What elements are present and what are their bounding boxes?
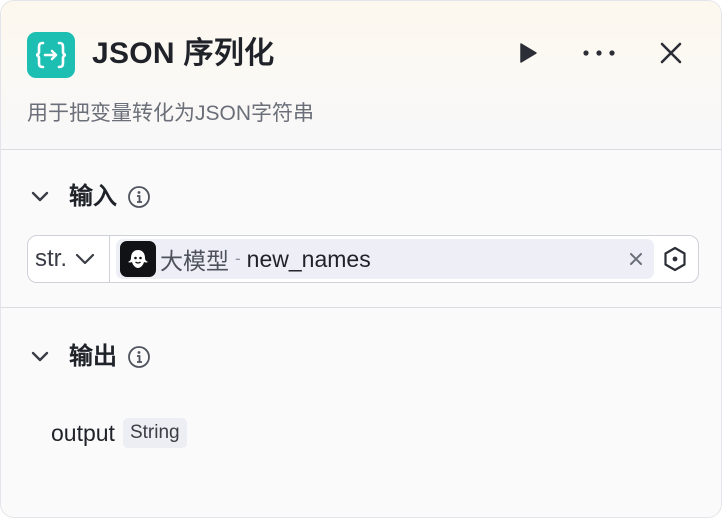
type-select-value: str. bbox=[35, 245, 68, 272]
more-button[interactable] bbox=[579, 31, 619, 75]
type-select[interactable]: str. bbox=[28, 236, 110, 282]
variable-picker-button[interactable] bbox=[654, 236, 696, 282]
node-description[interactable]: 用于把变量转化为JSON字符串 bbox=[27, 100, 314, 128]
output-section-header[interactable]: 输出 bbox=[29, 341, 151, 373]
input-section-header[interactable]: 输入 bbox=[29, 181, 151, 213]
llm-node-icon bbox=[120, 241, 156, 277]
reference-node-name: 大模型 bbox=[160, 248, 229, 274]
braces-arrow-icon bbox=[27, 32, 75, 78]
node-config-panel: JSON 序列化 用于把变量转化为JSON字符串 输入 str. 大模型 - n… bbox=[0, 0, 722, 518]
chevron-down-icon bbox=[75, 253, 95, 265]
reference-separator: - bbox=[235, 249, 241, 268]
info-icon[interactable] bbox=[127, 345, 151, 369]
variable-reference-tag[interactable]: 大模型 - new_names bbox=[116, 239, 654, 279]
more-icon bbox=[583, 50, 615, 56]
chevron-down-icon[interactable] bbox=[29, 346, 51, 368]
play-icon bbox=[520, 43, 537, 63]
output-field-name: output bbox=[51, 419, 115, 446]
panel-header: JSON 序列化 用于把变量转化为JSON字符串 bbox=[1, 1, 721, 150]
input-section bbox=[1, 150, 721, 308]
output-section-title: 输出 bbox=[69, 343, 117, 370]
output-type-badge: String bbox=[122, 418, 187, 448]
chevron-down-icon[interactable] bbox=[29, 186, 51, 208]
run-button[interactable] bbox=[507, 31, 547, 75]
output-field-row: output String bbox=[51, 418, 187, 448]
node-title[interactable]: JSON 序列化 bbox=[92, 34, 274, 74]
input-section-title: 输入 bbox=[69, 183, 117, 210]
close-icon bbox=[660, 42, 682, 64]
input-param-row: str. 大模型 - new_names bbox=[27, 235, 699, 283]
hexagon-dot-icon bbox=[664, 246, 686, 272]
info-icon[interactable] bbox=[127, 185, 151, 209]
close-button[interactable] bbox=[651, 31, 691, 75]
reference-variable-name: new_names bbox=[246, 245, 371, 272]
clear-icon[interactable] bbox=[628, 251, 644, 267]
